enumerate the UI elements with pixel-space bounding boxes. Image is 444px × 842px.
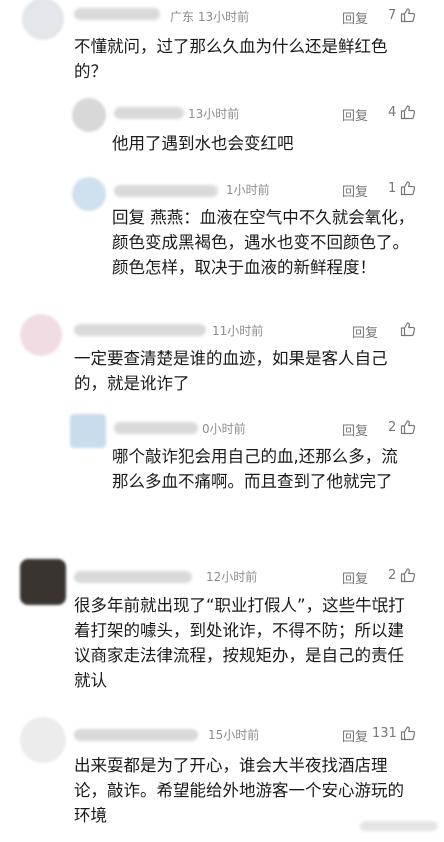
comment-text: 回复 燕燕：血液在空气中不久就会氧化，颜色变成黑褐色，遇水也变不回颜色了。颜色怎… — [112, 208, 415, 277]
reply-button[interactable]: 回复 — [352, 322, 378, 341]
avatar[interactable] — [20, 717, 66, 763]
avatar[interactable] — [20, 314, 62, 356]
comment-text: 他用了遇到水也会变红吧 — [112, 134, 294, 153]
username[interactable] — [74, 8, 160, 20]
comment-text: 很多年前就出现了“职业打假人”，这些牛氓打着打架的噱头，到处讹诈，不得不防；所以… — [74, 596, 405, 690]
comment-item: 15小时前 回复 131 出来耍都是为了开心，谁会大半夜找酒店理论，敲诈。希望能… — [0, 715, 444, 842]
reply-button[interactable]: 回复 — [342, 105, 368, 124]
username[interactable] — [74, 729, 198, 741]
like-count: 4 — [388, 105, 397, 120]
reply-item: 0小时前 回复 2 哪个敲诈犯会用自己的血,还那么多，流那么多血不痛啊。而且查到… — [0, 410, 444, 550]
reply-button[interactable]: 回复 — [342, 568, 368, 587]
like-count: 1 — [388, 181, 397, 196]
like-count: 2 — [388, 568, 397, 583]
comment-meta: 广东 13小时前 — [170, 10, 250, 24]
reply-button[interactable]: 回复 — [342, 181, 368, 200]
watermark — [360, 821, 438, 831]
thumbs-up-icon[interactable] — [400, 180, 416, 196]
comment-meta: 1小时前 — [226, 183, 270, 197]
username[interactable] — [114, 422, 198, 434]
avatar[interactable] — [72, 177, 106, 211]
avatar[interactable] — [20, 559, 66, 605]
comment-meta: 0小时前 — [202, 422, 246, 436]
comment-meta: 15小时前 — [208, 728, 260, 742]
username[interactable] — [114, 107, 184, 119]
avatar[interactable] — [72, 98, 106, 132]
reply-item: 1小时前 回复 1 回复 燕燕：血液在空气中不久就会氧化，颜色变成黑褐色，遇水也… — [0, 175, 444, 310]
username[interactable] — [74, 324, 206, 336]
thumbs-up-icon[interactable] — [400, 321, 416, 337]
avatar[interactable] — [70, 414, 106, 448]
like-count: 131 — [372, 726, 397, 741]
comment-item: 广东 13小时前 回复 7 不懂就问，过了那么久血为什么还是鲜红色的？ — [0, 0, 444, 95]
comment-text: 一定要查清楚是谁的血迹，如果是客人自己的，就是讹诈了 — [74, 349, 388, 393]
comment-text: 不懂就问，过了那么久血为什么还是鲜红色的？ — [74, 37, 388, 81]
username[interactable] — [114, 185, 218, 197]
comment-item: 12小时前 回复 2 很多年前就出现了“职业打假人”，这些牛氓打着打架的噱头，到… — [0, 555, 444, 715]
comment-text: 出来耍都是为了开心，谁会大半夜找酒店理论，敲诈。希望能给外地游客一个安心游玩的环… — [74, 756, 404, 825]
thumbs-up-icon[interactable] — [400, 419, 416, 435]
reply-button[interactable]: 回复 — [342, 726, 368, 745]
avatar[interactable] — [22, 0, 64, 40]
thumbs-up-icon[interactable] — [400, 567, 416, 583]
comment-text: 哪个敲诈犯会用自己的血,还那么多，流那么多血不痛啊。而且查到了他就完了 — [112, 447, 398, 491]
comment-meta: 12小时前 — [206, 570, 258, 584]
comment-item: 11小时前 回复 一定要查清楚是谁的血迹，如果是客人自己的，就是讹诈了 — [0, 310, 444, 410]
comment-meta: 11小时前 — [212, 324, 264, 338]
comment-meta: 13小时前 — [188, 107, 240, 121]
thumbs-up-icon[interactable] — [400, 104, 416, 120]
like-count: 2 — [388, 420, 397, 435]
thumbs-up-icon[interactable] — [400, 7, 416, 23]
reply-button[interactable]: 回复 — [342, 8, 368, 27]
like-count: 7 — [388, 8, 397, 23]
reply-item: 13小时前 回复 4 他用了遇到水也会变红吧 — [0, 95, 444, 175]
username[interactable] — [74, 571, 192, 583]
reply-button[interactable]: 回复 — [342, 420, 368, 439]
thumbs-up-icon[interactable] — [400, 725, 416, 741]
